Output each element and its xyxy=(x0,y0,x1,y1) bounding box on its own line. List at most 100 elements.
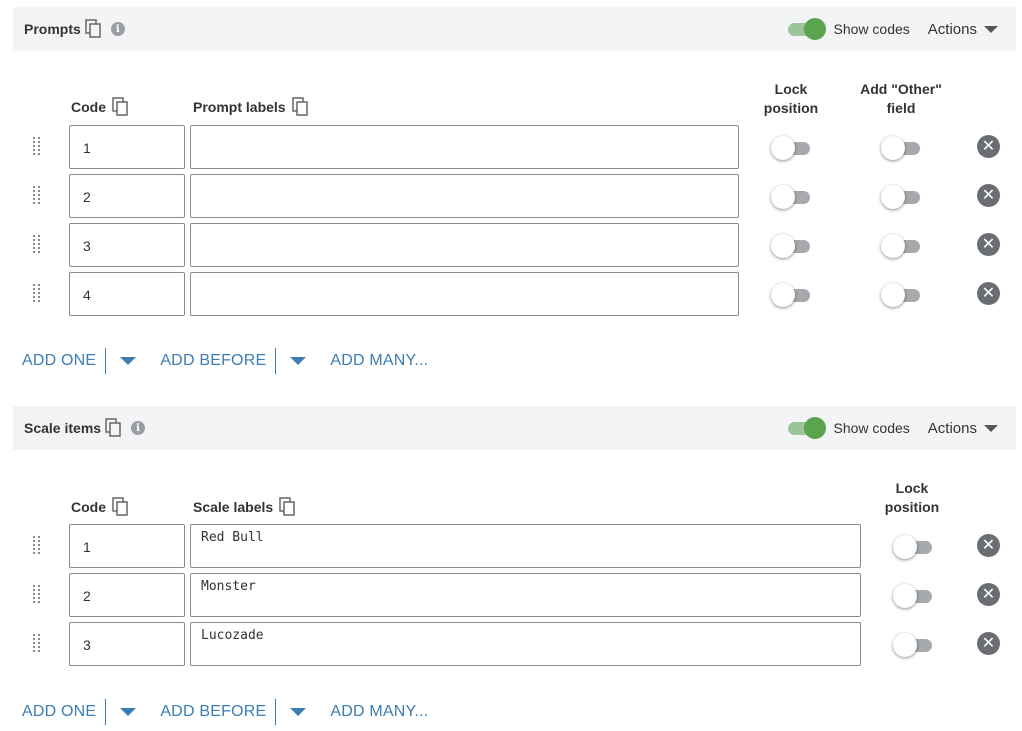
lock-position-toggle[interactable] xyxy=(771,136,811,160)
prompt-row: 4 ✕ xyxy=(0,272,1022,316)
actions-label: Actions xyxy=(927,20,977,38)
show-codes-toggle[interactable] xyxy=(787,18,826,40)
code-column-header: Code xyxy=(71,97,130,117)
drag-handle-icon[interactable] xyxy=(33,284,41,304)
remove-circle-icon[interactable]: ✕ xyxy=(977,282,1000,305)
copy-icon[interactable] xyxy=(112,497,130,517)
code-column-label: Code xyxy=(71,99,106,115)
add-many-button[interactable]: ADD MANY... xyxy=(330,352,428,370)
lock-header-line1: Lock xyxy=(895,480,929,496)
scale-row: 1 Red Bull ✕ xyxy=(0,524,1022,568)
remove-circle-icon[interactable]: ✕ xyxy=(977,583,1000,606)
caret-down-icon xyxy=(984,424,998,432)
prompts-title: Prompts xyxy=(24,21,81,37)
prompt-label-input[interactable] xyxy=(190,125,739,169)
add-one-button[interactable]: ADD ONE xyxy=(22,703,96,721)
show-codes-toggle[interactable] xyxy=(787,417,826,439)
scale-label-input[interactable]: Monster xyxy=(190,573,861,617)
lock-position-toggle[interactable] xyxy=(893,633,933,657)
prompt-row: 2 ✕ xyxy=(0,174,1022,218)
code-input[interactable]: 2 xyxy=(69,573,185,617)
add-before-button[interactable]: ADD BEFORE xyxy=(160,352,266,370)
lock-position-toggle[interactable] xyxy=(771,185,811,209)
divider xyxy=(105,699,107,725)
divider xyxy=(275,348,277,374)
caret-down-icon xyxy=(984,25,998,33)
prompt-row: 1 ✕ xyxy=(0,125,1022,169)
code-column-label: Code xyxy=(71,499,106,515)
actions-label: Actions xyxy=(927,419,977,437)
prompts-add-bar: ADD ONE ADD BEFORE ADD MANY... xyxy=(22,348,428,374)
code-input[interactable]: 1 xyxy=(69,125,185,169)
code-input[interactable]: 3 xyxy=(69,622,185,666)
scale-add-bar: ADD ONE ADD BEFORE ADD MANY... xyxy=(22,699,428,725)
prompts-header: Prompts i Show codes Actions xyxy=(13,7,1016,51)
divider xyxy=(275,699,277,725)
info-icon[interactable]: i xyxy=(131,421,146,435)
remove-circle-icon[interactable]: ✕ xyxy=(977,534,1000,557)
copy-icon[interactable] xyxy=(279,497,297,517)
code-column-header: Code xyxy=(71,497,130,517)
lock-position-toggle[interactable] xyxy=(771,283,811,307)
lock-header-line1: Lock xyxy=(774,81,808,97)
labels-column-label: Prompt labels xyxy=(193,99,286,115)
add-other-toggle[interactable] xyxy=(881,136,921,160)
code-input[interactable]: 1 xyxy=(69,524,185,568)
add-many-button[interactable]: ADD MANY... xyxy=(330,703,428,721)
drag-handle-icon[interactable] xyxy=(33,634,41,654)
scale-row: 3 Lucozade ✕ xyxy=(0,622,1022,666)
labels-column-header: Scale labels xyxy=(193,497,297,517)
drag-handle-icon[interactable] xyxy=(33,186,41,206)
lock-position-toggle[interactable] xyxy=(893,535,933,559)
scale-header: Scale items i Show codes Actions xyxy=(13,406,1016,450)
caret-down-icon[interactable] xyxy=(290,357,307,365)
drag-handle-icon[interactable] xyxy=(33,536,41,556)
add-other-toggle[interactable] xyxy=(881,283,921,307)
scale-title: Scale items xyxy=(24,420,102,436)
info-icon[interactable]: i xyxy=(110,22,125,36)
scale-label-input[interactable]: Lucozade xyxy=(190,622,861,666)
prompt-label-input[interactable] xyxy=(190,174,739,218)
divider xyxy=(105,348,107,374)
labels-column-label: Scale labels xyxy=(193,499,274,515)
lock-header-line2: position xyxy=(763,100,819,116)
remove-circle-icon[interactable]: ✕ xyxy=(977,135,1000,158)
lock-position-header: Lock position xyxy=(872,479,952,517)
prompt-row: 3 ✕ xyxy=(0,223,1022,267)
caret-down-icon[interactable] xyxy=(120,357,137,365)
lock-position-header: Lock position xyxy=(751,80,831,118)
lock-position-toggle[interactable] xyxy=(771,234,811,258)
actions-dropdown[interactable]: Actions xyxy=(928,420,998,437)
code-input[interactable]: 3 xyxy=(69,223,185,267)
copy-icon[interactable] xyxy=(85,19,103,39)
lock-position-toggle[interactable] xyxy=(893,584,933,608)
remove-circle-icon[interactable]: ✕ xyxy=(977,233,1000,256)
add-one-button[interactable]: ADD ONE xyxy=(22,352,96,370)
code-input[interactable]: 2 xyxy=(69,174,185,218)
drag-handle-icon[interactable] xyxy=(33,137,41,157)
actions-dropdown[interactable]: Actions xyxy=(928,21,998,38)
copy-icon[interactable] xyxy=(112,97,130,117)
caret-down-icon[interactable] xyxy=(290,708,307,716)
scale-label-input[interactable]: Red Bull xyxy=(190,524,861,568)
other-header-line1: Add "Other" xyxy=(860,81,942,97)
drag-handle-icon[interactable] xyxy=(33,235,41,255)
drag-handle-icon[interactable] xyxy=(33,585,41,605)
remove-circle-icon[interactable]: ✕ xyxy=(977,632,1000,655)
add-other-toggle[interactable] xyxy=(881,185,921,209)
labels-column-header: Prompt labels xyxy=(193,97,310,117)
show-codes-label: Show codes xyxy=(833,420,910,436)
show-codes-label: Show codes xyxy=(833,21,910,37)
copy-icon[interactable] xyxy=(105,418,123,438)
prompt-label-input[interactable] xyxy=(190,272,739,316)
lock-header-line2: position xyxy=(884,499,940,515)
copy-icon[interactable] xyxy=(291,97,310,117)
remove-circle-icon[interactable]: ✕ xyxy=(977,184,1000,207)
code-input[interactable]: 4 xyxy=(69,272,185,316)
add-other-header: Add "Other" field xyxy=(851,80,951,118)
caret-down-icon[interactable] xyxy=(120,708,137,716)
add-before-button[interactable]: ADD BEFORE xyxy=(160,703,266,721)
scale-row: 2 Monster ✕ xyxy=(0,573,1022,617)
prompt-label-input[interactable] xyxy=(190,223,739,267)
add-other-toggle[interactable] xyxy=(881,234,921,258)
